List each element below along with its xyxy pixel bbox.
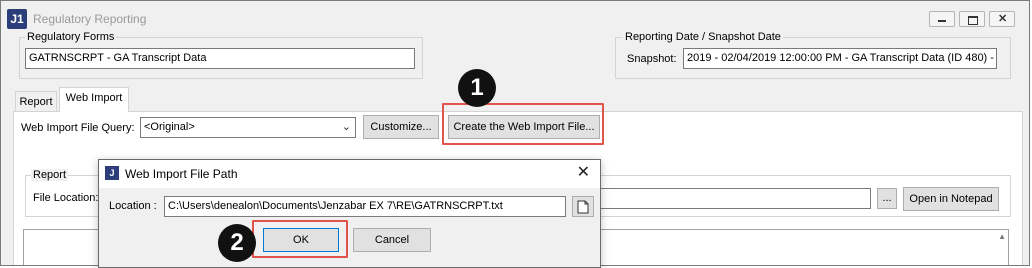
customize-button[interactable]: Customize... [363,115,439,139]
snapshot-label: Snapshot: [627,53,677,65]
close-button[interactable]: ✕ [989,11,1015,27]
web-import-file-path-dialog: J Web Import File Path ✕ Location : C:\U… [98,159,601,268]
file-location-field[interactable] [599,188,871,209]
tab-web-import[interactable]: Web Import [59,87,129,112]
dialog-title: Web Import File Path [125,167,238,181]
maximize-button[interactable] [959,11,985,27]
query-select[interactable]: <Original> ⌄ [140,117,356,138]
close-icon: ✕ [998,13,1008,25]
minimize-button[interactable] [929,11,955,27]
cancel-button[interactable]: Cancel [353,228,431,252]
step2-highlight [252,220,348,258]
dialog-close-icon[interactable]: ✕ [577,164,590,182]
dialog-title-bar: J Web Import File Path ✕ [99,160,600,188]
query-label: Web Import File Query: [21,122,135,134]
scroll-up-icon[interactable]: ▲ [998,232,1006,241]
regulatory-forms-label: Regulatory Forms [25,31,117,43]
report-group-label: Report [31,169,69,181]
browse-button[interactable]: ... [877,188,897,209]
regulatory-forms-field[interactable]: GATRNSCRPT - GA Transcript Data [25,48,415,69]
step1-badge: 1 [458,69,496,107]
chevron-down-icon: ⌄ [341,121,351,133]
file-browse-button[interactable] [572,196,594,217]
tab-report[interactable]: Report [15,91,57,111]
file-location-label: File Location: [33,192,99,204]
step1-highlight [442,103,604,145]
app-logo: J1 [7,9,27,29]
minimize-icon [938,20,946,22]
maximize-icon [968,16,978,25]
window-title: Regulatory Reporting [33,12,147,26]
open-in-notepad-button[interactable]: Open in Notepad [903,187,999,211]
query-select-value: <Original> [144,121,195,133]
location-field[interactable]: C:\Users\denealon\Documents\Jenzabar EX … [164,196,566,217]
reporting-date-label: Reporting Date / Snapshot Date [623,31,783,43]
snapshot-field[interactable]: 2019 - 02/04/2019 12:00:00 PM - GA Trans… [683,48,997,69]
location-label: Location : [109,200,157,212]
document-icon [577,200,589,214]
step2-badge: 2 [218,224,256,262]
dialog-logo: J [105,166,119,180]
title-bar: J1 Regulatory Reporting ✕ [1,1,1029,31]
